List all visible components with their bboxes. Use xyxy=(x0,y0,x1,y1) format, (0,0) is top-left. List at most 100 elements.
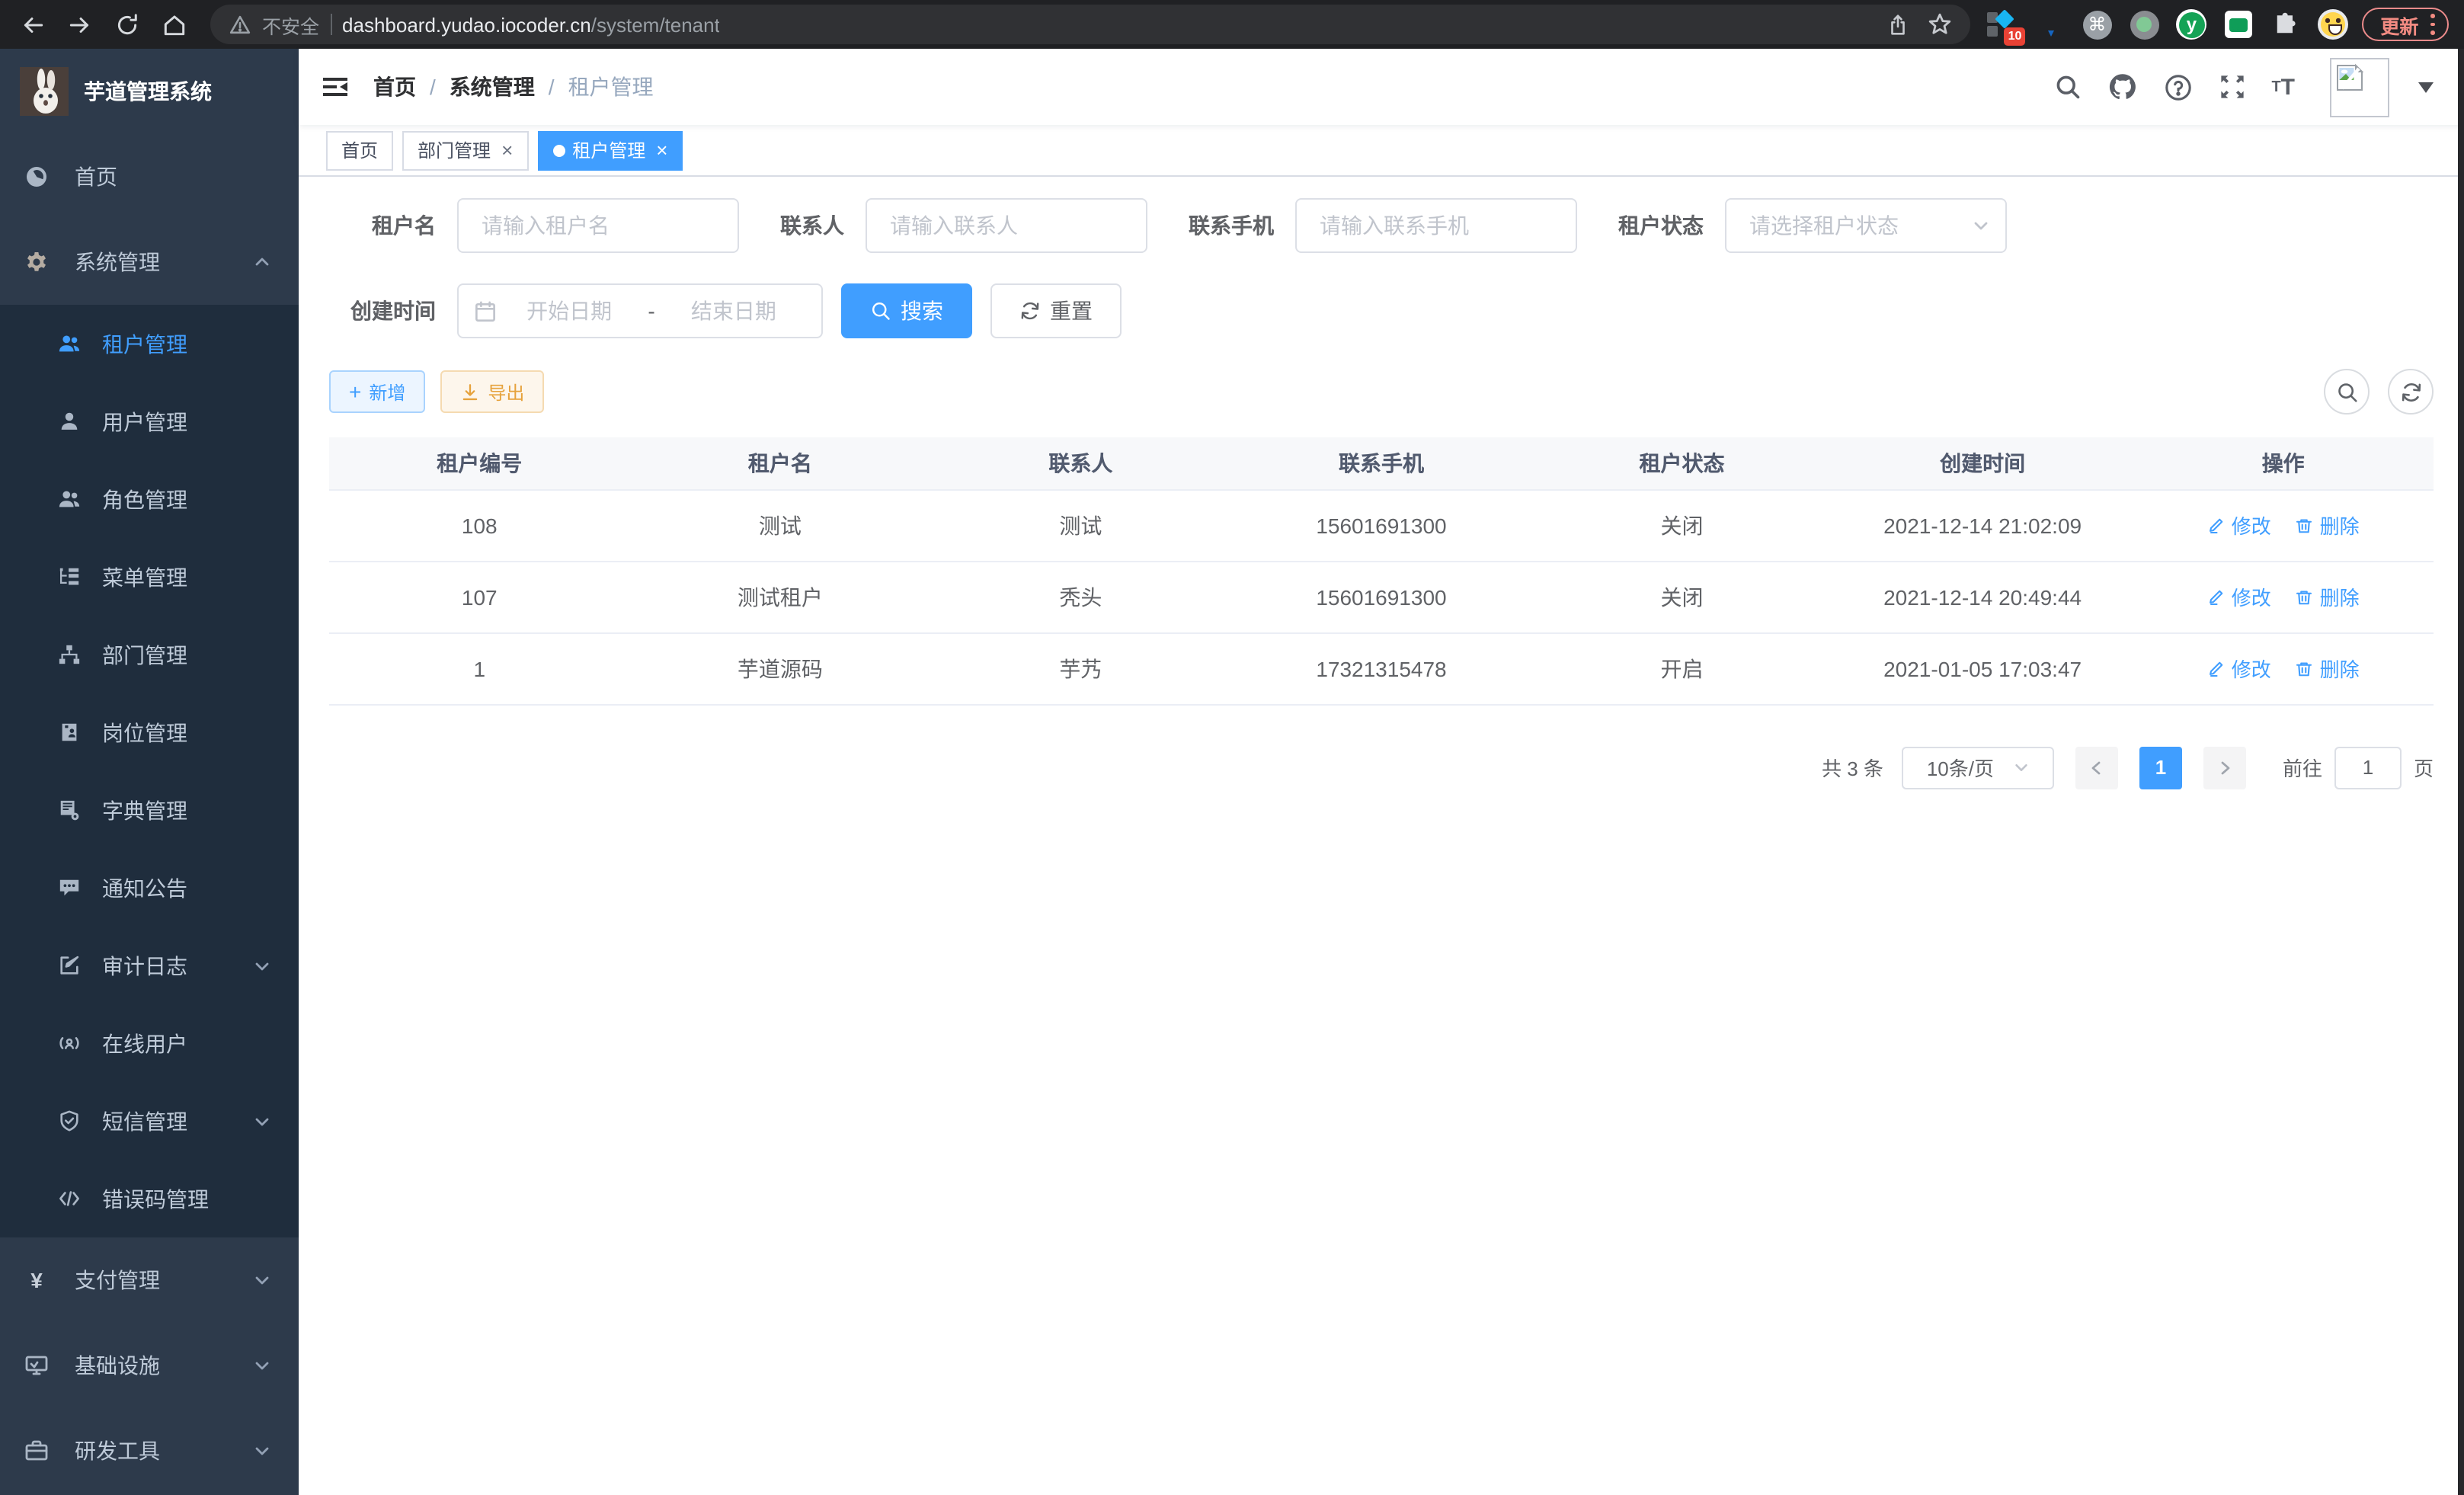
search-button[interactable]: 搜索 xyxy=(841,283,972,338)
search-form-row-1: 租户名 联系人 联系手机 租户状态 请选择租户状态 xyxy=(329,198,2434,253)
delete-link[interactable]: 删除 xyxy=(2296,654,2360,683)
add-button[interactable]: + 新增 xyxy=(329,370,425,413)
sidebar-item-home[interactable]: 首页 xyxy=(0,134,299,219)
sidebar-item-dept[interactable]: 部门管理 xyxy=(0,616,299,693)
top-navbar: 首页 / 系统管理 / 租户管理 xyxy=(299,49,2464,125)
share-icon[interactable] xyxy=(1886,13,1909,36)
sidebar-item-user[interactable]: 用户管理 xyxy=(0,383,299,460)
next-page-button[interactable] xyxy=(2203,746,2246,789)
tab-tenant[interactable]: 租户管理 × xyxy=(537,130,683,170)
extension-command-icon[interactable]: ⌘ xyxy=(2080,6,2114,43)
refresh-icon xyxy=(1019,300,1041,322)
address-bar[interactable]: 不安全 dashboard.yudao.iocoder.cn/system/te… xyxy=(210,5,1970,44)
sidebar-item-tenant[interactable]: 租户管理 xyxy=(0,305,299,383)
table-toolbar: + 新增 导出 xyxy=(329,369,2434,415)
breadcrumb-system[interactable]: 系统管理 xyxy=(450,72,535,102)
sidebar-collapse-icon[interactable] xyxy=(299,49,372,125)
avatar-caret-icon[interactable] xyxy=(2418,82,2434,92)
font-size-icon[interactable]: TT xyxy=(2271,74,2295,100)
prev-page-button[interactable] xyxy=(2075,746,2118,789)
edit-link[interactable]: 修改 xyxy=(2207,511,2271,539)
not-secure-warning-icon xyxy=(229,13,251,36)
breadcrumb-home[interactable]: 首页 xyxy=(373,72,416,102)
security-status-label[interactable]: 不安全 xyxy=(262,10,319,39)
extension-record-icon[interactable] xyxy=(2127,6,2161,43)
select-caret-icon xyxy=(1972,216,1990,235)
sidebar-item-sms[interactable]: 短信管理 xyxy=(0,1082,299,1160)
logo[interactable]: 芋道管理系统 xyxy=(0,49,299,134)
url-text[interactable]: dashboard.yudao.iocoder.cn/system/tenant xyxy=(342,13,720,36)
show-search-toggle-icon[interactable] xyxy=(2324,369,2370,415)
browser-back-icon[interactable] xyxy=(12,4,53,45)
tab-home[interactable]: 首页 xyxy=(326,130,393,170)
contact-mobile-input[interactable] xyxy=(1295,198,1577,253)
table-row[interactable]: 107 测试租户 秃头 15601691300 关闭 2021-12-14 20… xyxy=(329,561,2434,632)
sidebar-item-dev-tools[interactable]: 研发工具 xyxy=(0,1408,299,1493)
dashboard-icon xyxy=(24,165,49,189)
header-search-icon[interactable] xyxy=(2053,73,2081,101)
extensions-puzzle-icon[interactable] xyxy=(2269,6,2302,43)
sidebar-item-role[interactable]: 角色管理 xyxy=(0,460,299,538)
table-row[interactable]: 108 测试 测试 15601691300 关闭 2021-12-14 21:0… xyxy=(329,489,2434,561)
tenant-status-select[interactable]: 请选择租户状态 xyxy=(1725,198,2007,253)
sidebar-item-dict[interactable]: 字典管理 xyxy=(0,771,299,849)
browser-reload-icon[interactable] xyxy=(107,4,148,45)
browser-forward-icon[interactable] xyxy=(59,4,101,45)
sidebar-item-menu[interactable]: 菜单管理 xyxy=(0,538,299,616)
edit-link[interactable]: 修改 xyxy=(2207,582,2271,611)
field-label: 联系人 xyxy=(780,210,844,241)
page-size-select[interactable]: 10条/页 xyxy=(1902,746,2054,789)
extension-diamond-icon[interactable]: 10 xyxy=(1986,6,2019,43)
edit-link[interactable]: 修改 xyxy=(2207,654,2271,683)
sidebar-item-payment[interactable]: ¥ 支付管理 xyxy=(0,1237,299,1323)
table-row[interactable]: 1 芋道源码 芋艿 17321315478 开启 2021-01-05 17:0… xyxy=(329,632,2434,704)
extension-emoji-icon[interactable] xyxy=(2316,6,2350,43)
table-header-row: 租户编号 租户名 联系人 联系手机 租户状态 创建时间 操作 xyxy=(329,437,2434,489)
field-label: 租户状态 xyxy=(1618,210,1704,241)
refresh-table-icon[interactable] xyxy=(2388,369,2434,415)
sidebar-item-online-users[interactable]: 在线用户 xyxy=(0,1004,299,1082)
delete-link[interactable]: 删除 xyxy=(2296,582,2360,611)
sidebar: 芋道管理系统 首页 系统管理 xyxy=(0,49,299,1495)
github-icon[interactable] xyxy=(2107,72,2137,102)
column-header-mobile: 联系手机 xyxy=(1231,437,1532,489)
help-icon[interactable] xyxy=(2163,72,2192,101)
delete-link[interactable]: 删除 xyxy=(2296,511,2360,539)
avatar[interactable] xyxy=(2330,57,2389,117)
chevron-left-icon xyxy=(2088,758,2106,776)
pencil-icon xyxy=(2207,587,2226,606)
chevron-up-icon xyxy=(253,253,271,271)
export-button[interactable]: 导出 xyxy=(440,370,544,413)
close-icon[interactable]: × xyxy=(501,140,513,160)
screen: 不安全 dashboard.yudao.iocoder.cn/system/te… xyxy=(0,0,2464,1495)
browser-home-icon[interactable] xyxy=(154,4,195,45)
logo-image xyxy=(20,67,69,116)
sidebar-item-audit-log[interactable]: 审计日志 xyxy=(0,927,299,1004)
sidebar-item-system[interactable]: 系统管理 xyxy=(0,219,299,305)
extension-balloon-icon[interactable] xyxy=(2033,6,2066,43)
page-suffix-label: 页 xyxy=(2414,753,2434,782)
contact-name-input[interactable] xyxy=(866,198,1147,253)
sidebar-item-notice[interactable]: 通知公告 xyxy=(0,849,299,927)
search-form-row-2: 创建时间 开始日期 - 结束日期 搜索 重置 xyxy=(329,283,2434,338)
create-time-range-picker[interactable]: 开始日期 - 结束日期 xyxy=(457,283,823,338)
close-icon[interactable]: × xyxy=(656,140,667,160)
sidebar-item-post[interactable]: 岗位管理 xyxy=(0,693,299,771)
goto-page-input[interactable] xyxy=(2334,746,2402,789)
browser-update-button[interactable]: 更新 xyxy=(2362,8,2449,41)
bookmark-star-icon[interactable] xyxy=(1928,12,1952,37)
chevron-right-icon xyxy=(2216,758,2234,776)
fullscreen-icon[interactable] xyxy=(2218,73,2245,101)
page-number-button[interactable]: 1 xyxy=(2139,746,2182,789)
browser-menu-icon[interactable] xyxy=(2430,14,2435,35)
tab-dept[interactable]: 部门管理 × xyxy=(402,130,528,170)
extension-chat-icon[interactable] xyxy=(2222,6,2255,43)
total-count: 共 3 条 xyxy=(1822,753,1883,782)
reset-button[interactable]: 重置 xyxy=(990,283,1122,338)
tenant-name-input[interactable] xyxy=(457,198,739,253)
download-icon xyxy=(460,382,480,402)
pencil-icon xyxy=(2207,659,2226,677)
extension-y-icon[interactable]: y xyxy=(2174,6,2208,43)
sidebar-item-infrastructure[interactable]: 基础设施 xyxy=(0,1323,299,1408)
sidebar-item-error-code[interactable]: 错误码管理 xyxy=(0,1160,299,1237)
